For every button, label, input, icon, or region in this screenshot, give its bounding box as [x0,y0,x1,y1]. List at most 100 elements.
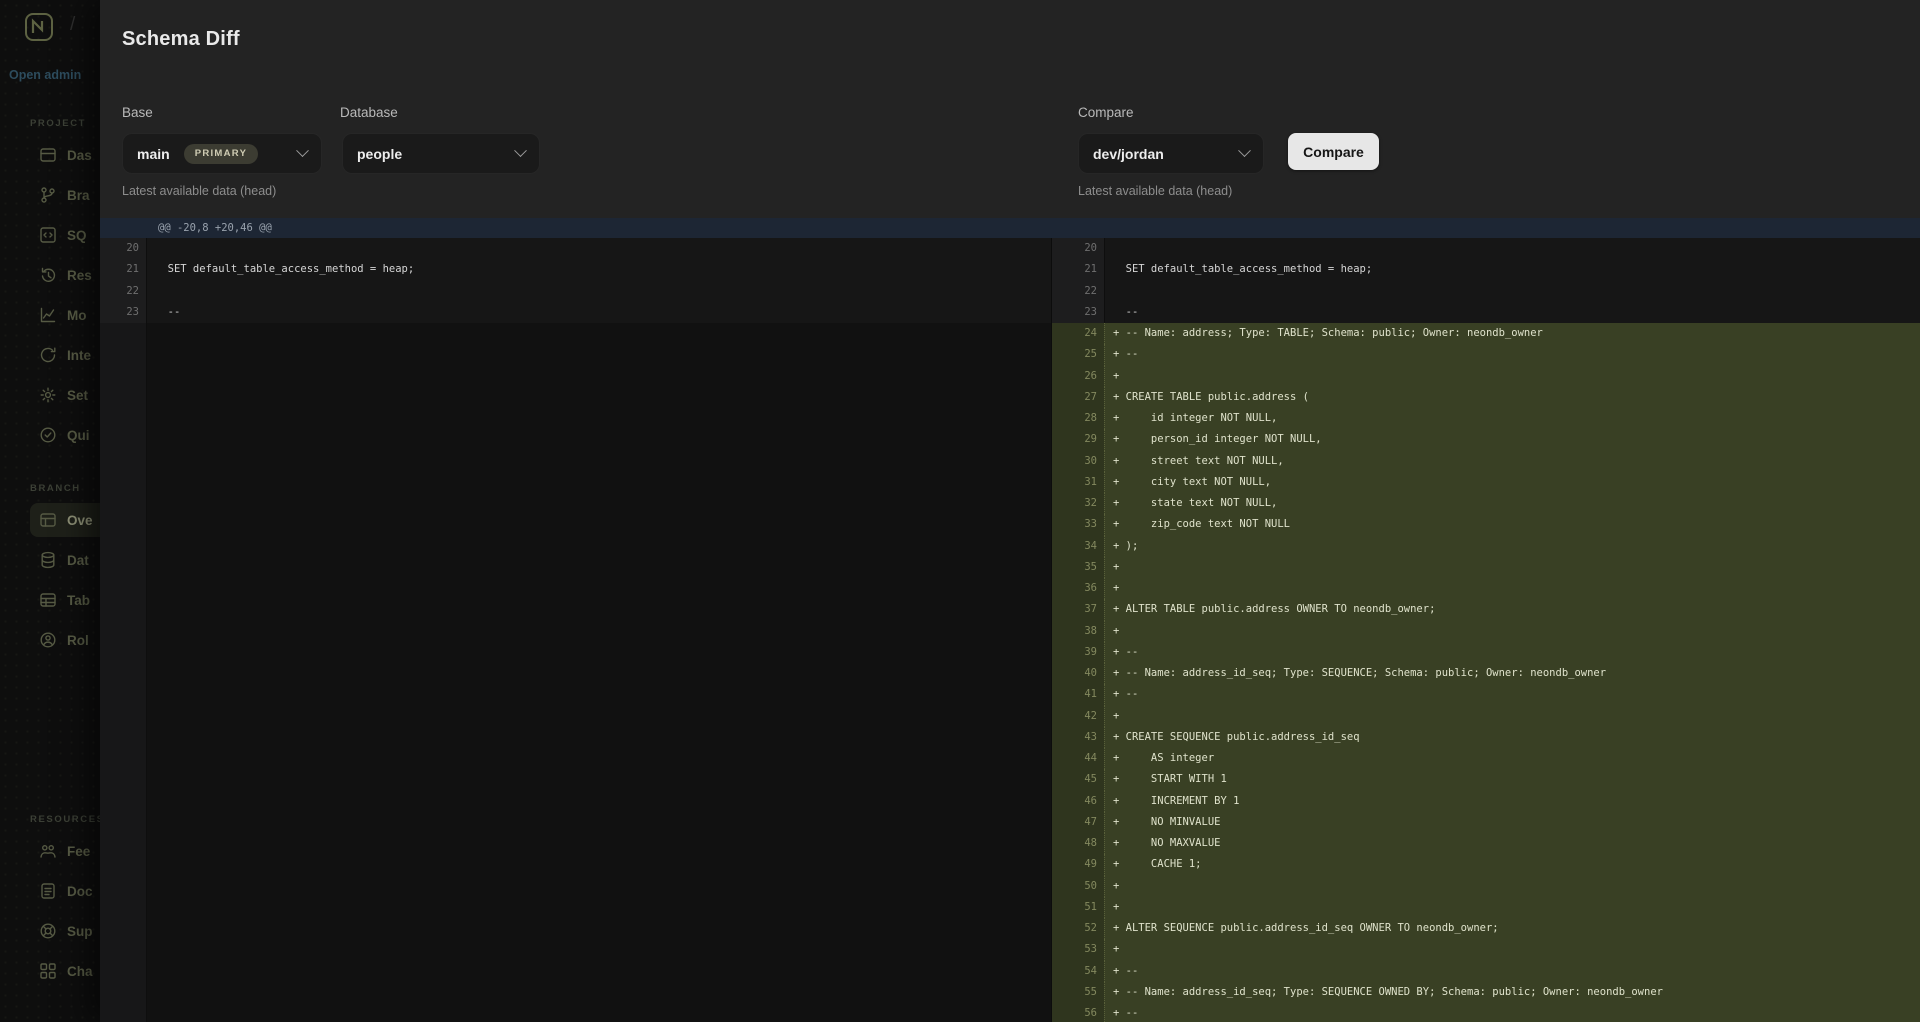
diff-line-added: 36+ [1052,578,1920,599]
line-number: 21 [1052,259,1104,280]
diff-line: 22 [1052,281,1920,302]
diff-pane-base[interactable]: 2021 SET default_table_access_method = h… [100,238,1051,1022]
sidebar-item-label: Inte [67,348,91,363]
line-number: 21 [100,259,146,280]
line-number: 40 [1052,663,1104,684]
line-number: 45 [1052,769,1104,790]
diff-line-added: 47+ NO MINVALUE [1052,812,1920,833]
open-admin-link[interactable]: Open admin [9,68,81,82]
sidebar-item-tables[interactable]: Tab [0,580,100,620]
sidebar-item-branches[interactable]: Bra [0,175,100,215]
sidebar-item-support[interactable]: Sup [0,911,100,951]
sidebar-item-overview[interactable]: Ove [30,503,100,537]
diff-line: 21 SET default_table_access_method = hea… [100,259,1051,280]
database-value: people [357,146,402,162]
line-number: 26 [1052,366,1104,387]
base-branch-value: main [137,146,170,162]
sidebar-item-label: Rol [67,633,89,648]
sidebar-item-integrations[interactable]: Inte [0,335,100,375]
sidebar-item-label: Qui [67,428,90,443]
compare-branch-select[interactable]: dev/jordan [1078,133,1264,174]
line-number: 44 [1052,748,1104,769]
line-code: SET default_table_access_method = heap; [146,259,1051,280]
sidebar-item-label: Das [67,148,92,163]
sidebar-item-restore[interactable]: Res [0,255,100,295]
sidebar-item-sql-editor[interactable]: SQ [0,215,100,255]
base-label: Base [122,105,153,120]
hunk-header: @@ -20,8 +20,46 @@ [100,218,1920,238]
sidebar-item-label: Doc [67,884,93,899]
sidebar-item-settings[interactable]: Set [0,375,100,415]
diff-line-added: 32+ state text NOT NULL, [1052,493,1920,514]
line-number: 29 [1052,429,1104,450]
line-number: 25 [1052,344,1104,365]
diff-line-added: 54+ -- [1052,961,1920,982]
chevron-down-icon [296,144,309,157]
sidebar-item-label: Mo [67,308,87,323]
sidebar-item-changelog[interactable]: Cha [0,951,100,991]
base-hint: Latest available data (head) [122,184,276,198]
sidebar-item-feedback[interactable]: Fee [0,831,100,871]
line-number: 53 [1052,939,1104,960]
diff-line-added: 53+ [1052,939,1920,960]
compare-button[interactable]: Compare [1288,133,1379,170]
line-code: + ALTER SEQUENCE public.address_id_seq O… [1104,918,1920,939]
database-label: Database [340,105,398,120]
sidebar-item-monitoring[interactable]: Mo [0,295,100,335]
page-title: Schema Diff [122,28,240,51]
line-code: + [1104,557,1920,578]
line-number: 31 [1052,472,1104,493]
feedback-icon [38,841,58,861]
line-code: + -- [1104,344,1920,365]
sidebar-item-dashboard[interactable]: Das [0,135,100,175]
sidebar-section-project: PROJECTDasBraSQResMoInteSetQui [0,113,100,455]
diff-pane-compare[interactable]: 2021 SET default_table_access_method = h… [1051,238,1920,1022]
line-number: 20 [100,238,146,259]
line-number: 34 [1052,536,1104,557]
sidebar-section-branch: BRANCH Ove Dat Tab Rol [0,478,100,660]
sidebar-item-label: Ove [67,513,93,528]
sidebar-item-roles[interactable]: Rol [0,620,100,660]
sidebar-section-resources: RESOURCESFeeDocSupCha [0,809,100,991]
sidebar-item-quickstart[interactable]: Qui [0,415,100,455]
line-code: + [1104,706,1920,727]
sidebar-item-label: SQ [67,228,87,243]
line-number: 23 [1052,302,1104,323]
chevron-down-icon [514,144,527,157]
diff-line-added: 50+ [1052,876,1920,897]
line-code: + person_id integer NOT NULL, [1104,429,1920,450]
diff-line: 20 [1052,238,1920,259]
line-code: + [1104,578,1920,599]
sidebar-item-databases[interactable]: Dat [0,540,100,580]
diff-line-added: 52+ ALTER SEQUENCE public.address_id_seq… [1052,918,1920,939]
line-number: 23 [100,302,146,323]
line-number: 42 [1052,706,1104,727]
line-number: 43 [1052,727,1104,748]
line-number: 56 [1052,1003,1104,1022]
line-number: 50 [1052,876,1104,897]
line-number: 27 [1052,387,1104,408]
app-root: / Open admin PROJECTDasBraSQResMoInteSet… [0,0,1920,1022]
line-code: + [1104,621,1920,642]
diff-line-added: 29+ person_id integer NOT NULL, [1052,429,1920,450]
diff-line: 23 -- [100,302,1051,323]
neon-logo[interactable] [24,12,54,42]
diff-line-added: 48+ NO MAXVALUE [1052,833,1920,854]
line-code: + -- [1104,642,1920,663]
schema-diff-view: @@ -20,8 +20,46 @@ 2021 SET default_tabl… [100,218,1920,1022]
sidebar-section-header: BRANCH [0,478,100,500]
line-code: + CREATE TABLE public.address ( [1104,387,1920,408]
line-code: + -- [1104,1003,1920,1022]
sidebar-item-docs[interactable]: Doc [0,871,100,911]
line-code: + -- [1104,684,1920,705]
line-number: 39 [1052,642,1104,663]
line-code: + NO MINVALUE [1104,812,1920,833]
compare-label: Compare [1078,105,1134,120]
base-branch-select[interactable]: main PRIMARY [122,133,322,174]
diff-line: 22 [100,281,1051,302]
integrations-icon [38,345,58,365]
sidebar-item-label: Dat [67,553,89,568]
database-select[interactable]: people [342,133,540,174]
line-number: 48 [1052,833,1104,854]
diff-line-added: 44+ AS integer [1052,748,1920,769]
